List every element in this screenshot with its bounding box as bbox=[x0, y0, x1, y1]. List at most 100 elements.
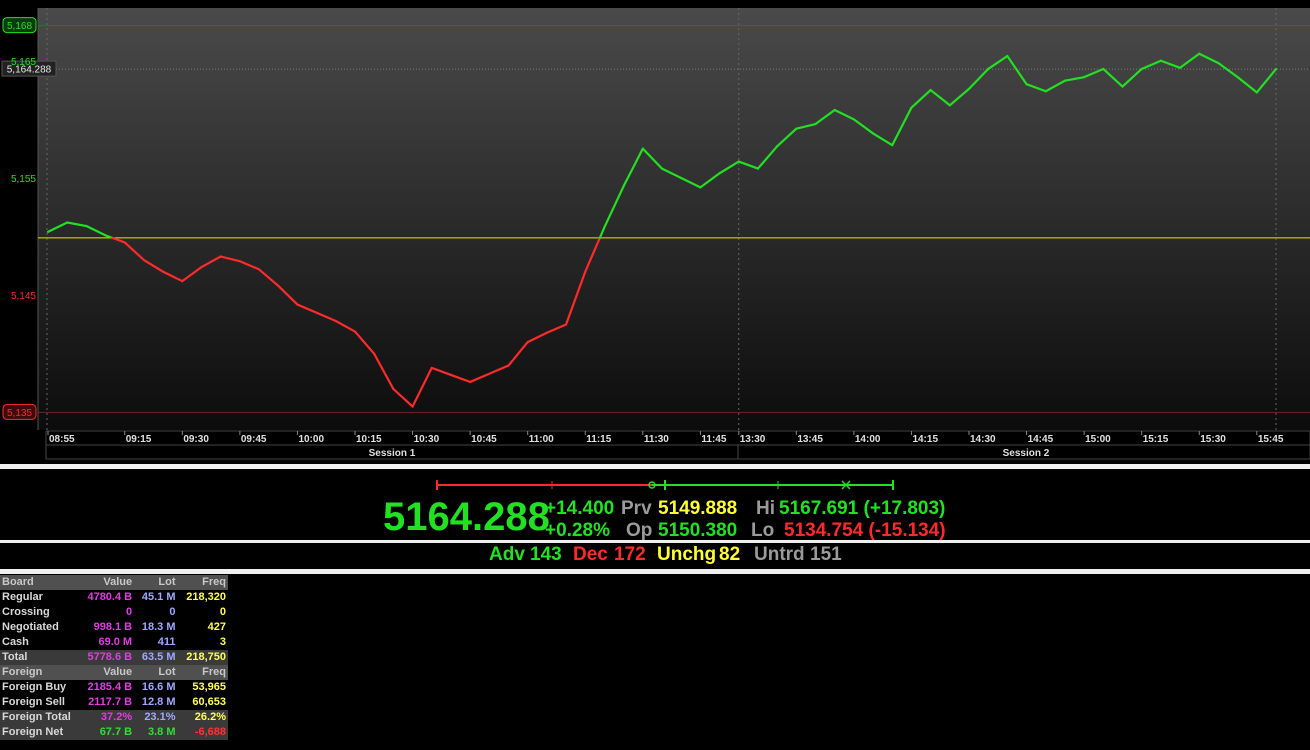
y-tick-label: 5,145 bbox=[11, 291, 36, 302]
x-tick-label: 13:30 bbox=[740, 434, 766, 445]
open-value: 5150.380 bbox=[658, 520, 738, 541]
row-lot: 411 bbox=[157, 636, 176, 648]
plot-background bbox=[38, 8, 1310, 430]
row-value: 998.1 B bbox=[93, 621, 133, 633]
x-axis-band bbox=[45, 430, 1310, 446]
header-freq: Freq bbox=[177, 575, 228, 590]
x-tick-label: 15:15 bbox=[1143, 434, 1169, 445]
row-lot: 16.6 M bbox=[141, 681, 176, 693]
unchanged-label: Unchg bbox=[657, 544, 717, 565]
y-tick-label: 5,155 bbox=[11, 174, 36, 185]
row-value: 0 bbox=[125, 606, 133, 618]
x-tick-label: 14:15 bbox=[912, 434, 938, 445]
x-tick-label: 10:45 bbox=[471, 434, 497, 445]
untraded-count: 151 bbox=[810, 544, 842, 565]
untraded-label: Untrd bbox=[754, 544, 805, 565]
row-value: 5778.6 B bbox=[78, 650, 135, 665]
x-tick-label: 09:30 bbox=[183, 434, 209, 445]
x-tick-label: 11:30 bbox=[644, 434, 669, 445]
high-marker-badge: 5,168 bbox=[2, 17, 37, 34]
intraday-chart[interactable]: 5,168 5,135 5,164.288 5,145 5,155 5,165 08:55… bbox=[0, 0, 1310, 462]
x-tick-label: 09:45 bbox=[241, 434, 267, 445]
x-tick-label: 15:30 bbox=[1200, 434, 1226, 445]
x-tick-label: 14:00 bbox=[855, 434, 881, 445]
row-lot: 45.1 M bbox=[141, 591, 176, 603]
low-marker-label: 5,135 bbox=[7, 408, 32, 419]
x-tick-label: 10:15 bbox=[356, 434, 382, 445]
board-summary-table: Board Value Lot Freq Regular 4780.4 B 45… bbox=[0, 575, 228, 740]
row-freq: 0 bbox=[219, 606, 226, 618]
divider-middle bbox=[0, 540, 1310, 543]
unchanged-count: 82 bbox=[719, 544, 741, 565]
decline-count: 172 bbox=[614, 544, 646, 565]
row-freq: 53,965 bbox=[192, 681, 226, 693]
header-foreign: Foreign bbox=[0, 665, 78, 680]
table-row[interactable]: Crossing 0 0 0 bbox=[0, 605, 228, 620]
row-label: Total bbox=[0, 650, 78, 665]
change-percent: +0.28% bbox=[545, 520, 610, 541]
row-label: Regular bbox=[2, 591, 43, 603]
x-tick-label: 08:55 bbox=[49, 434, 75, 445]
header-lot: Lot bbox=[134, 575, 178, 590]
x-tick-label: 11:15 bbox=[586, 434, 611, 445]
x-tick-label: 14:30 bbox=[970, 434, 996, 445]
low-marker-badge: 5,135 bbox=[2, 403, 37, 420]
header-value: Value bbox=[78, 575, 135, 590]
row-label: Foreign Sell bbox=[2, 696, 65, 708]
divider-bottom bbox=[0, 569, 1310, 574]
row-freq: 3 bbox=[219, 636, 226, 648]
table-row[interactable]: Regular 4780.4 B 45.1 M 218,320 bbox=[0, 590, 228, 605]
low-label: Lo bbox=[751, 520, 775, 541]
advance-label: Adv bbox=[489, 544, 525, 565]
header-value: Value bbox=[78, 665, 135, 680]
session-band bbox=[45, 444, 1310, 460]
x-tick-label: 13:45 bbox=[797, 434, 823, 445]
board-header-row: Board Value Lot Freq bbox=[0, 575, 228, 590]
row-freq: 218,750 bbox=[177, 650, 228, 665]
table-row[interactable]: Negotiated 998.1 B 18.3 M 427 bbox=[0, 620, 228, 635]
row-freq: -6,688 bbox=[177, 725, 228, 740]
high-marker-label: 5,168 bbox=[7, 21, 32, 32]
foreign-total-row[interactable]: Foreign Total 37.2% 23.1% 26.2% bbox=[0, 710, 228, 725]
row-value: 4780.4 B bbox=[87, 591, 133, 603]
x-tick-label: 10:30 bbox=[414, 434, 440, 445]
row-freq: 60,653 bbox=[192, 696, 226, 708]
row-label: Crossing bbox=[2, 606, 50, 618]
total-row[interactable]: Total 5778.6 B 63.5 M 218,750 bbox=[0, 650, 228, 665]
row-freq: 26.2% bbox=[177, 710, 228, 725]
prev-value: 5149.888 bbox=[658, 498, 738, 519]
row-value: 67.7 B bbox=[78, 725, 135, 740]
x-tick-label: 10:00 bbox=[298, 434, 324, 445]
high-label: Hi bbox=[756, 498, 775, 519]
session-2-label: Session 2 bbox=[1003, 448, 1050, 459]
prev-label: Prv bbox=[621, 498, 652, 519]
row-lot: 12.8 M bbox=[141, 696, 176, 708]
row-label: Foreign Total bbox=[0, 710, 78, 725]
row-lot: 18.3 M bbox=[141, 621, 176, 633]
header-lot: Lot bbox=[134, 665, 178, 680]
row-label: Foreign Net bbox=[0, 725, 78, 740]
decline-label: Dec bbox=[573, 544, 608, 565]
low-value: 5134.754 (-15.134) bbox=[784, 520, 946, 541]
row-lot: 0 bbox=[169, 606, 176, 618]
table-row[interactable]: Foreign Buy 2185.4 B 16.6 M 53,965 bbox=[0, 680, 228, 695]
x-tick-label: 15:00 bbox=[1085, 434, 1111, 445]
foreign-header-row: Foreign Value Lot Freq bbox=[0, 665, 228, 680]
header-board: Board bbox=[0, 575, 78, 590]
row-value: 69.0 M bbox=[98, 636, 133, 648]
x-tick-label: 11:45 bbox=[701, 434, 726, 445]
row-label: Cash bbox=[2, 636, 29, 648]
foreign-net-row[interactable]: Foreign Net 67.7 B 3.8 M -6,688 bbox=[0, 725, 228, 740]
header-freq: Freq bbox=[177, 665, 228, 680]
advance-count: 143 bbox=[530, 544, 562, 565]
table-row[interactable]: Cash 69.0 M 411 3 bbox=[0, 635, 228, 650]
y-tick-label: 5,165 bbox=[11, 57, 36, 68]
session-1-label: Session 1 bbox=[369, 448, 416, 459]
row-value: 2117.7 B bbox=[88, 696, 133, 708]
x-tick-label: 09:15 bbox=[126, 434, 152, 445]
row-label: Negotiated bbox=[2, 621, 59, 633]
row-value: 2185.4 B bbox=[87, 681, 133, 693]
table-row[interactable]: Foreign Sell 2117.7 B 12.8 M 60,653 bbox=[0, 695, 228, 710]
row-freq: 427 bbox=[207, 621, 226, 633]
row-lot: 3.8 M bbox=[134, 725, 178, 740]
